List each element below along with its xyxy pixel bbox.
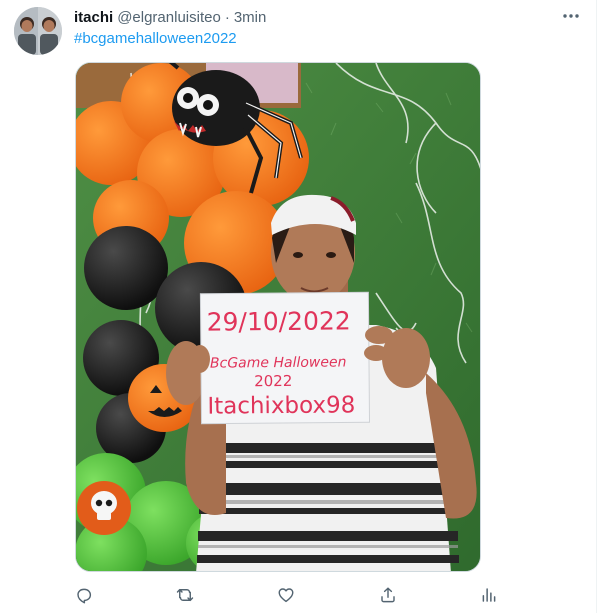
retweet-icon — [176, 588, 194, 602]
sign-year: 2022 — [254, 372, 292, 390]
photo-scene: 29/10/2022 BcGame Halloween 2022 Itachix… — [76, 63, 480, 571]
tweet-photo[interactable]: 29/10/2022 BcGame Halloween 2022 Itachix… — [75, 62, 481, 572]
tweet-actions — [60, 580, 520, 610]
like-button[interactable] — [269, 580, 303, 610]
separator-dot: · — [224, 9, 230, 26]
reply-icon — [77, 588, 92, 604]
hashtag-link[interactable]: #bcgamehalloween2022 — [74, 29, 237, 49]
share-button[interactable] — [371, 580, 405, 610]
sign-date: 29/10/2022 — [207, 306, 351, 336]
tweet-timestamp[interactable]: 3min — [234, 8, 267, 28]
paper-sign: 29/10/2022 BcGame Halloween 2022 Itachix… — [199, 291, 371, 425]
sign-username: Itachixbox98 — [207, 392, 355, 419]
display-name[interactable]: itachi — [74, 8, 113, 28]
sign-event: BcGame Halloween — [210, 354, 347, 371]
analytics-icon — [482, 588, 496, 602]
tweet: itachi @elgranluisiteo · 3min #bcgamehal… — [0, 0, 597, 613]
avatar[interactable] — [14, 7, 62, 55]
share-icon — [381, 587, 395, 603]
user-handle[interactable]: @elgranluisiteo — [117, 8, 221, 28]
avatar-image — [14, 7, 62, 55]
reply-button[interactable] — [67, 580, 101, 610]
analytics-button[interactable] — [472, 580, 506, 610]
more-icon — [563, 14, 579, 18]
tweet-header: itachi @elgranluisiteo · 3min — [74, 8, 266, 28]
heart-icon — [278, 588, 294, 603]
more-button[interactable] — [557, 4, 585, 28]
retweet-button[interactable] — [168, 580, 202, 610]
